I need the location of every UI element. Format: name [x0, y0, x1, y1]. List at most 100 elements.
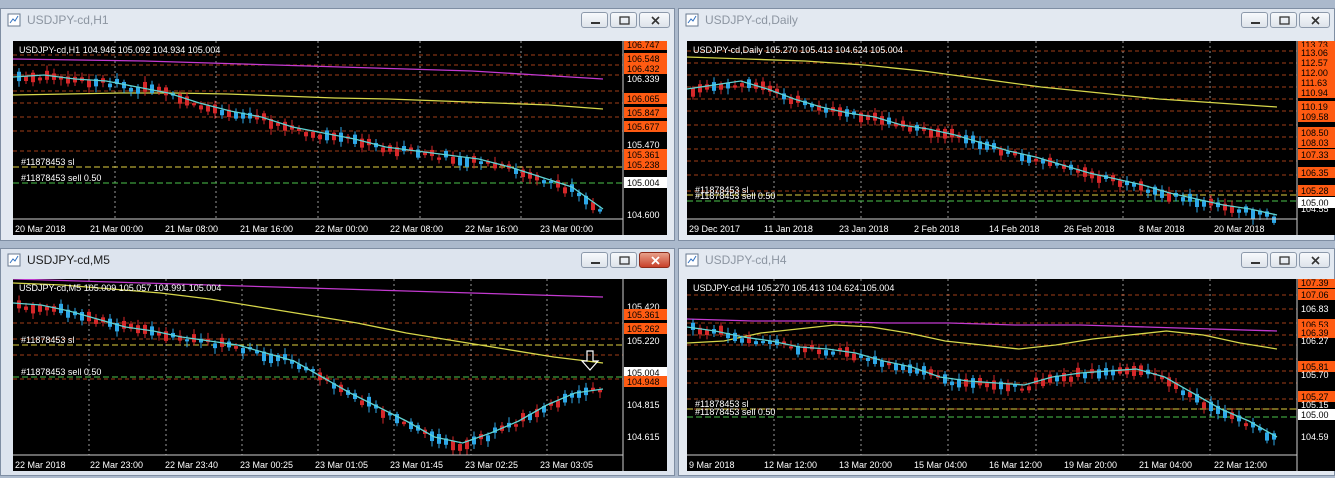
chart-canvas[interactable]: USDJPY-cd,H4 105.270 105.413 104.624 105… — [687, 279, 1335, 471]
chart-window-daily[interactable]: USDJPY-cd,Daily USDJPY-cd,Daily 105.270 … — [678, 8, 1335, 241]
bearish-candle — [143, 81, 147, 92]
price-axis-label: 105.847 — [627, 108, 660, 118]
minimize-button[interactable] — [1241, 252, 1268, 268]
bullish-candle — [486, 435, 490, 442]
price-chart[interactable]: USDJPY-cd,H4 105.270 105.413 104.624 105… — [687, 279, 1335, 471]
price-axis-label: 104.948 — [627, 377, 660, 387]
bearish-candle — [1076, 367, 1080, 377]
bullish-candle — [1097, 369, 1101, 379]
price-axis-label: 109.58 — [1301, 112, 1329, 122]
bearish-candle — [332, 132, 336, 141]
maximize-button[interactable] — [610, 252, 637, 268]
time-axis-label: 22 Mar 00:00 — [315, 224, 368, 234]
minimize-button[interactable] — [581, 252, 608, 268]
close-button[interactable] — [1299, 12, 1330, 28]
chart-header-ohlc: USDJPY-cd,H1 104.946 105.092 104.934 105… — [19, 45, 220, 55]
price-axis-label: 107.06 — [1301, 290, 1329, 300]
window-title: USDJPY-cd,H4 — [705, 253, 787, 267]
price-chart[interactable]: USDJPY-cd,Daily 105.270 105.413 104.624 … — [687, 41, 1335, 235]
moving-average-slow — [13, 92, 604, 110]
bearish-candle — [472, 156, 476, 163]
minimize-button[interactable] — [1241, 12, 1268, 28]
chart-canvas[interactable]: USDJPY-cd,M5 105.009 105.057 104.991 105… — [13, 279, 667, 471]
bearish-candle — [740, 83, 744, 87]
close-button[interactable] — [639, 12, 670, 28]
chart-window-h4[interactable]: USDJPY-cd,H4 USDJPY-cd,H4 105.270 105.41… — [678, 248, 1335, 476]
maximize-button[interactable] — [610, 12, 637, 28]
bearish-candle — [556, 400, 560, 408]
bullish-candle — [873, 356, 877, 364]
time-axis-label: 16 Mar 12:00 — [989, 460, 1042, 470]
chart-window-m5[interactable]: USDJPY-cd,M5 USDJPY-cd,M5 105.009 105.05… — [0, 248, 675, 476]
price-axis-label: 105.28 — [1301, 186, 1329, 196]
chart-canvas[interactable]: USDJPY-cd,H1 104.946 105.092 104.934 105… — [13, 41, 667, 235]
bearish-candle — [24, 306, 28, 310]
price-axis-label: 105.361 — [627, 150, 660, 160]
bearish-candle — [817, 349, 821, 355]
moving-average-fast — [13, 302, 604, 444]
time-axis-label: 22 Mar 2018 — [15, 460, 66, 470]
bearish-candle — [388, 145, 392, 152]
price-axis-label: 112.00 — [1301, 68, 1328, 78]
bearish-candle — [1020, 388, 1024, 391]
window-title-bar[interactable]: USDJPY-cd,Daily — [679, 9, 1334, 31]
price-axis-label: 105.262 — [627, 324, 660, 334]
time-axis-label: 29 Dec 2017 — [689, 224, 740, 234]
bullish-candle — [691, 322, 695, 330]
time-axis-label: 23 Mar 01:05 — [315, 460, 368, 470]
close-button[interactable] — [1299, 252, 1330, 268]
window-title-bar[interactable]: USDJPY-cd,H4 — [679, 249, 1334, 271]
time-axis-label: 22 Mar 12:00 — [1214, 460, 1267, 470]
bullish-candle — [740, 338, 744, 343]
bullish-candle — [733, 332, 737, 342]
bearish-candle — [929, 129, 933, 138]
price-axis-label: 107.33 — [1301, 150, 1329, 160]
window-title-bar[interactable]: USDJPY-cd,H1 — [1, 9, 674, 31]
bearish-candle — [451, 156, 455, 164]
bullish-candle — [761, 341, 765, 344]
price-chart[interactable]: USDJPY-cd,M5 105.009 105.057 104.991 105… — [13, 279, 667, 471]
order-sl-label: #11878453 sl — [21, 157, 74, 167]
bearish-candle — [87, 79, 91, 88]
bullish-candle — [150, 84, 154, 93]
bullish-candle — [479, 161, 483, 165]
window-title-bar[interactable]: USDJPY-cd,M5 — [1, 249, 674, 271]
price-axis-label: 110.94 — [1301, 88, 1328, 98]
bullish-candle — [213, 343, 217, 349]
time-axis-label: 14 Feb 2018 — [989, 224, 1040, 234]
time-axis-label: 23 Mar 00:00 — [540, 224, 593, 234]
close-icon — [651, 16, 660, 25]
minimize-icon — [1251, 262, 1260, 264]
bullish-candle — [220, 109, 224, 116]
time-axis-label: 8 Mar 2018 — [1139, 224, 1185, 234]
bearish-candle — [360, 400, 364, 406]
maximize-button[interactable] — [1270, 12, 1297, 28]
order-sell-label: #11878453 sell 0.50 — [695, 407, 775, 417]
close-button[interactable] — [639, 252, 670, 268]
minimize-icon — [591, 22, 600, 24]
bearish-candle — [992, 380, 996, 390]
minimize-icon — [591, 262, 600, 264]
bullish-candle — [859, 355, 863, 358]
bearish-candle — [164, 87, 168, 96]
minimize-button[interactable] — [581, 12, 608, 28]
bearish-candle — [178, 94, 182, 104]
chart-window-h1[interactable]: USDJPY-cd,H1 USDJPY-cd,H1 104.946 105.09… — [0, 8, 675, 241]
bearish-candle — [514, 424, 518, 427]
window-title: USDJPY-cd,Daily — [705, 13, 798, 27]
bullish-candle — [80, 312, 84, 321]
price-axis-label: 105.677 — [627, 122, 660, 132]
price-axis-label: 106.548 — [627, 54, 660, 64]
chart-canvas[interactable]: USDJPY-cd,Daily 105.270 105.413 104.624 … — [687, 41, 1335, 235]
maximize-button[interactable] — [1270, 252, 1297, 268]
time-axis-label: 12 Mar 12:00 — [764, 460, 817, 470]
maximize-icon — [1279, 256, 1290, 265]
bearish-candle — [1202, 402, 1206, 409]
bullish-candle — [108, 83, 112, 88]
price-chart[interactable]: USDJPY-cd,H1 104.946 105.092 104.934 105… — [13, 41, 667, 235]
time-axis-label: 21 Mar 08:00 — [165, 224, 218, 234]
bearish-candle — [206, 105, 210, 112]
bearish-candle — [304, 132, 308, 137]
sell-arrow-icon — [580, 350, 600, 371]
price-axis-label: 105.70 — [1301, 370, 1329, 380]
